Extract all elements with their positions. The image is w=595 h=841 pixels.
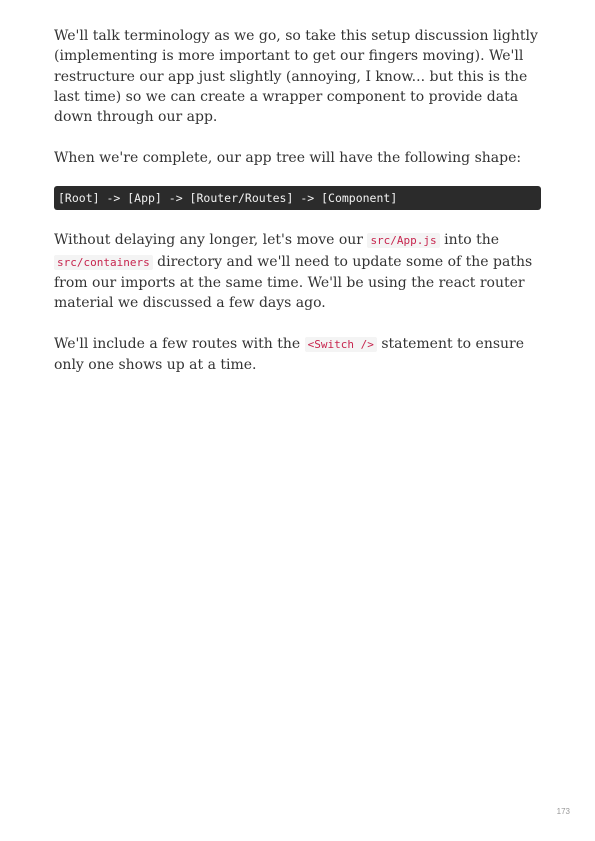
paragraph-tree-shape: When we're complete, our app tree will h… <box>54 149 522 166</box>
text-segment: We'll include a few routes with the <box>54 335 305 352</box>
paragraph-switch: We'll include a few routes with the <Swi… <box>54 334 541 376</box>
inline-code-app-js: src/App.js <box>367 233 440 249</box>
paragraph-intro: We'll talk terminology as we go, so take… <box>54 28 538 126</box>
text-segment: into the <box>439 232 500 249</box>
page-content: We'll talk terminology as we go, so take… <box>54 26 541 396</box>
text-segment: Without delaying any longer, let's move … <box>54 232 368 249</box>
page-number: 173 <box>556 807 570 816</box>
code-block-app-tree: [Root] -> [App] -> [Router/Routes] -> [C… <box>54 186 541 211</box>
inline-code-containers: src/containers <box>54 254 153 270</box>
paragraph-move-app: Without delaying any longer, let's move … <box>54 230 541 313</box>
inline-code-switch: <Switch /> <box>304 336 377 352</box>
